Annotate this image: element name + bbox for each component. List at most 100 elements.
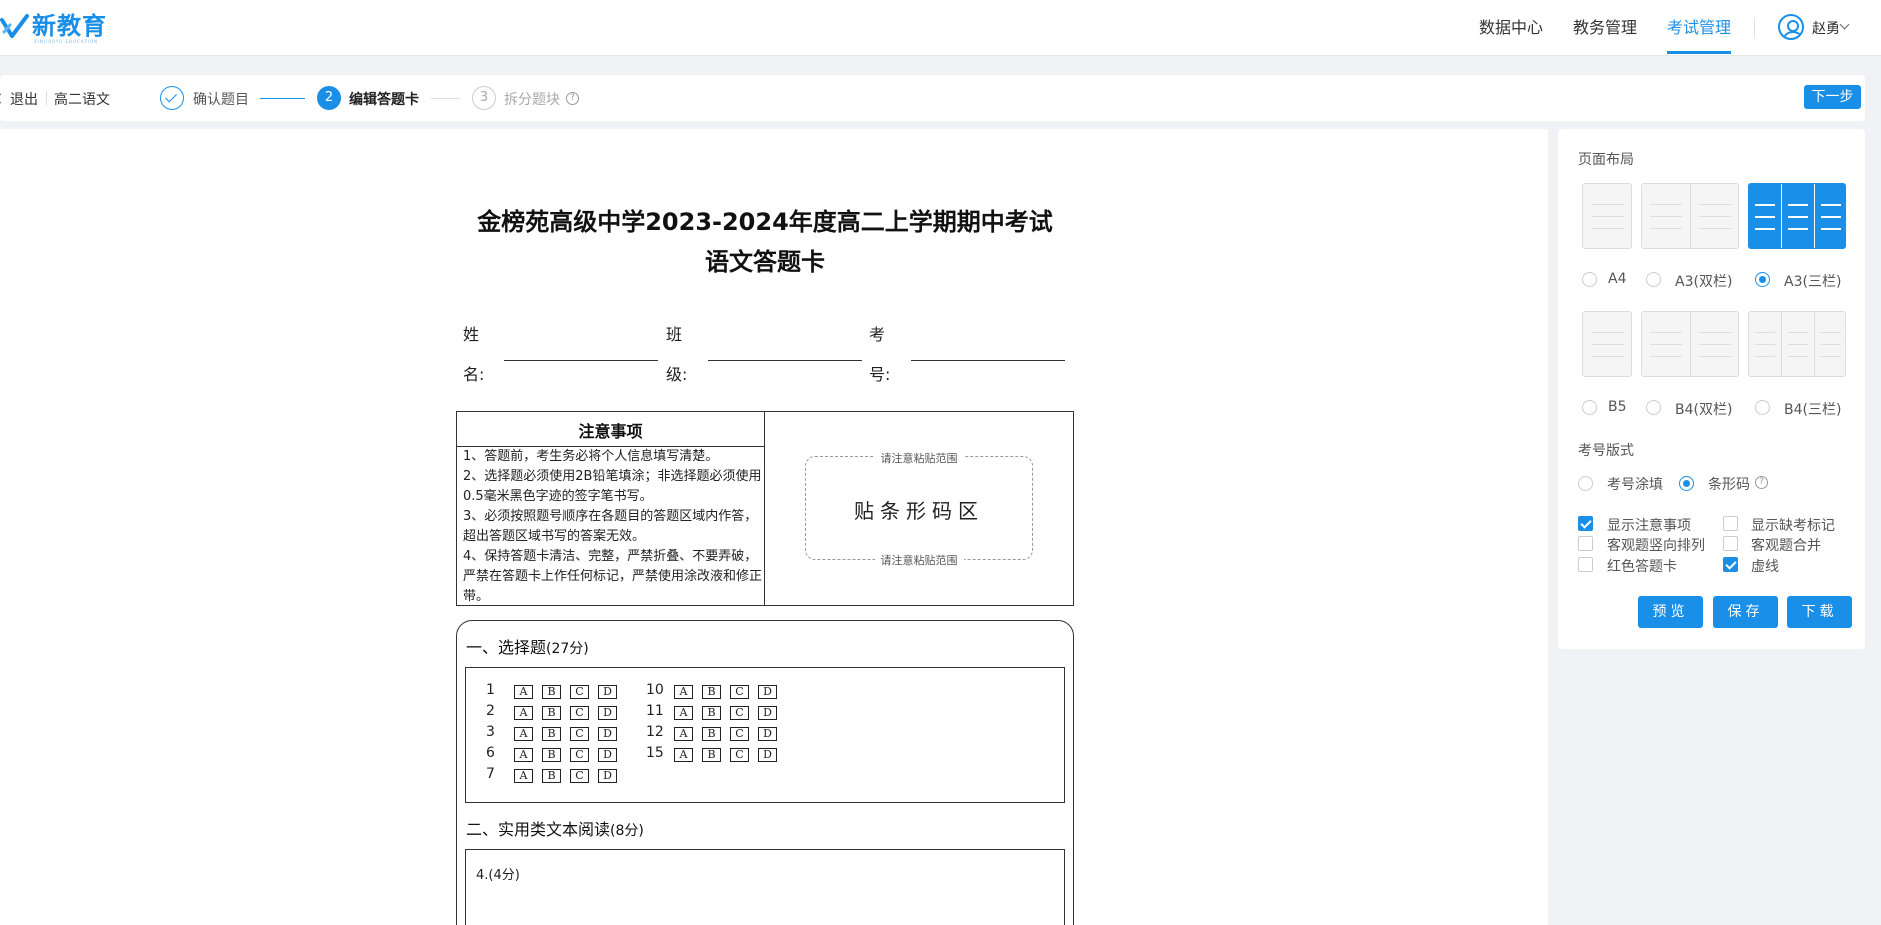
checkbox-dashed-line[interactable] [1723,557,1738,572]
answer-bubble[interactable]: D [758,706,777,720]
layout-thumb-b4-two-column[interactable] [1641,311,1739,377]
radio-layout-b4-two-column[interactable] [1646,400,1661,415]
answer-bubble[interactable]: B [542,706,561,720]
radio-layout-b5[interactable] [1582,400,1597,415]
save-button[interactable]: 保存 [1713,596,1778,628]
answer-bubble[interactable]: C [730,706,749,720]
answer-bubble[interactable]: A [674,706,693,720]
user-avatar-icon[interactable] [1778,14,1804,40]
user-name[interactable]: 赵勇 [1812,18,1840,38]
class-field-line[interactable] [708,360,862,361]
download-button[interactable]: 下载 [1787,596,1852,628]
nav-item-data-center[interactable]: 数据中心 [1479,0,1543,56]
checkbox-objective-vertical[interactable] [1578,536,1593,551]
answer-bubble[interactable]: D [598,685,617,699]
answer-bubble[interactable]: C [730,748,749,762]
answer-bubble[interactable]: A [674,727,693,741]
answer-bubble[interactable]: A [514,706,533,720]
radio-layout-a4[interactable] [1582,272,1597,287]
answer-bubble[interactable]: B [542,769,561,783]
radio-id-fill-in[interactable] [1578,476,1593,491]
layout-label-b4-three-column[interactable]: B4(三栏) [1784,399,1841,419]
answer-bubble[interactable]: C [570,727,589,741]
answer-bubble[interactable]: A [674,748,693,762]
answer-bubble[interactable]: A [674,685,693,699]
chevron-down-icon[interactable] [1839,19,1850,30]
answer-bubble[interactable]: C [570,706,589,720]
answer-bubble[interactable]: C [570,769,589,783]
answer-bubble[interactable]: A [514,748,533,762]
reading-answer-box[interactable]: 4.(4分) [465,849,1065,925]
answer-bubble[interactable]: D [598,748,617,762]
answer-bubble[interactable]: C [730,685,749,699]
layout-thumb-a3-three-column[interactable] [1748,183,1846,249]
checkbox-show-absent-mark[interactable] [1723,516,1738,531]
layout-label-a3-three-column[interactable]: A3(三栏) [1784,271,1841,291]
answer-bubble[interactable]: B [702,727,721,741]
answer-bubble[interactable]: A [514,685,533,699]
checkbox-red-sheet[interactable] [1578,557,1593,572]
preview-button[interactable]: 预览 [1638,596,1703,628]
answer-bubble[interactable]: B [702,748,721,762]
option-label-show-absent-mark[interactable]: 显示缺考标记 [1751,515,1835,535]
layout-label-a4[interactable]: A4 [1608,271,1626,287]
step-2-label[interactable]: 编辑答题卡 [349,89,419,109]
answer-bubble[interactable]: C [570,748,589,762]
class-label-bottom: 级: [666,365,688,384]
barcode-hint-bottom: 请注意粘贴范围 [874,554,964,567]
option-label-objective-merge[interactable]: 客观题合并 [1751,535,1821,555]
id-format-label-fill-in[interactable]: 考号涂填 [1607,474,1663,494]
layout-label-b4-two-column[interactable]: B4(双栏) [1675,399,1732,419]
radio-layout-a3-three-column[interactable] [1755,272,1770,287]
layout-label-a3-two-column[interactable]: A3(双栏) [1675,271,1732,291]
layout-label-b5[interactable]: B5 [1608,399,1627,415]
answer-bubble[interactable]: B [542,748,561,762]
answer-bubble[interactable]: D [598,769,617,783]
checkbox-show-notes[interactable] [1578,516,1593,531]
exam-id-field-line[interactable] [911,360,1065,361]
barcode-area: 请注意粘贴范围 贴条形码区 请注意粘贴范围 [805,452,1033,567]
answer-bubble[interactable]: C [570,685,589,699]
option-label-show-notes[interactable]: 显示注意事项 [1607,515,1691,535]
brand-logo[interactable]: 新教育 XINJIAOYU EDUCATION [0,12,107,44]
name-field-line[interactable] [504,360,658,361]
layout-thumb-b4-three-column[interactable] [1748,311,1846,377]
nav-item-academic-affairs[interactable]: 教务管理 [1573,0,1637,56]
option-label-objective-vertical[interactable]: 客观题竖向排列 [1607,535,1705,555]
brand-tagline: XINJIAOYU EDUCATION [34,39,99,44]
name-label-bottom: 名: [463,365,485,384]
option-label-red-sheet[interactable]: 红色答题卡 [1607,556,1677,576]
answer-bubble[interactable]: B [702,706,721,720]
step-1-label[interactable]: 确认题目 [193,89,249,109]
step-3-label[interactable]: 拆分题块 [504,89,560,109]
answer-bubble[interactable]: B [542,727,561,741]
layout-thumb-a4[interactable] [1582,183,1632,249]
choice-question-box[interactable]: 1 A B C D 2 A B C D 3 A B C D 6 A B C D 7 A B C D 10 A B C D 11 A B C D 12 A… [465,667,1065,803]
exit-button[interactable]: 退出 [10,89,38,109]
next-step-button[interactable]: 下一步 [1804,85,1861,109]
answer-bubble[interactable]: B [542,685,561,699]
answer-bubble[interactable]: A [514,769,533,783]
radio-layout-a3-two-column[interactable] [1646,272,1661,287]
answer-bubble[interactable]: A [514,727,533,741]
radio-id-barcode[interactable] [1679,476,1694,491]
answer-bubble[interactable]: D [758,748,777,762]
help-icon[interactable]: ? [566,92,579,105]
chevron-left-icon[interactable] [0,93,6,104]
radio-layout-b4-three-column[interactable] [1755,400,1770,415]
answer-bubble[interactable]: D [598,727,617,741]
answer-bubble[interactable]: D [758,727,777,741]
answer-bubble[interactable]: D [758,685,777,699]
answer-bubble[interactable]: B [702,685,721,699]
answer-bubble[interactable]: C [730,727,749,741]
option-label-dashed-line[interactable]: 虚线 [1751,556,1779,576]
id-format-label-barcode[interactable]: 条形码 [1708,474,1750,494]
checkbox-objective-merge[interactable] [1723,536,1738,551]
question-number: 10 [646,682,664,698]
layout-thumb-b5[interactable] [1582,311,1632,377]
help-icon[interactable]: ? [1755,476,1768,489]
answer-bubble[interactable]: D [598,706,617,720]
notes-and-barcode-box[interactable]: 注意事项 1、答题前，考生务必将个人信息填写清楚。 2、选择题必须使用2B铅笔填… [456,411,1074,606]
nav-item-exam-management[interactable]: 考试管理 [1667,0,1732,56]
layout-thumb-a3-two-column[interactable] [1641,183,1739,249]
